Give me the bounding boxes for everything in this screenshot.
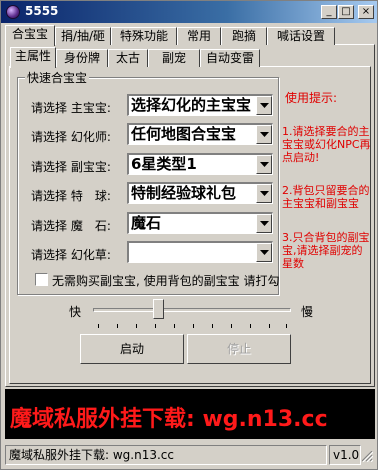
slider-tick [250, 324, 251, 328]
subtab-auto-thunder[interactable]: 自动变雷 [200, 49, 260, 67]
row-label: 请选择 特 球: [31, 189, 111, 203]
tab-common[interactable]: 常用 [177, 27, 221, 45]
row-label: 请选择 魔 石: [31, 219, 111, 233]
hint-title: 使用提示: [285, 91, 338, 105]
ad-banner[interactable]: 魔域私服外挂下载: wg.n13.cc [5, 389, 375, 439]
speed-slow-label: 慢 [301, 305, 314, 319]
main-tab-strip: 合宝宝 捐/抽/砸 特殊功能 常用 跑摘 喊话设置 [5, 25, 375, 46]
version-label: v1.0 [329, 445, 361, 465]
resize-grip-icon[interactable] [362, 451, 373, 462]
subtab-identity[interactable]: 身份牌 [56, 49, 108, 67]
row-label: 请选择 主宝宝: [31, 101, 111, 115]
slider-tick [117, 324, 118, 328]
slider-tick [193, 324, 194, 328]
sub-tab-strip: 主属性 身份牌 太古 副宠 自动变雷 [10, 47, 370, 68]
app-window: 5555 _ □ × 合宝宝 捐/抽/砸 特殊功能 常用 跑摘 喊话设置 主属性… [0, 0, 378, 470]
dropdown-button[interactable] [256, 243, 272, 262]
window-title: 5555 [25, 4, 59, 18]
slider-tick [269, 324, 270, 328]
hint-item-1: 1.请选择要合的主宝宝或幻化NPC再点启动! [282, 125, 371, 164]
subtab-main-attr[interactable]: 主属性 [10, 47, 56, 68]
subtab-sub-pet[interactable]: 副宠 [148, 49, 200, 67]
group-title: 快速合宝宝 [25, 69, 90, 86]
slider-tick [212, 324, 213, 328]
speed-slider-track[interactable] [93, 308, 291, 312]
stop-button[interactable]: 停止 [187, 334, 291, 364]
row-label: 请选择 幻化草: [31, 248, 111, 262]
combo-value: 任何地图合宝宝 [131, 125, 237, 143]
chevron-down-icon [260, 103, 269, 108]
combo-value: 选择幻化的主宝宝 [131, 96, 252, 114]
combo-value: 6星类型1 [131, 155, 197, 173]
sub-pet-select[interactable]: 6星类型1 [127, 153, 273, 175]
hint-item-2: 2.背包只留要合的主宝宝和副宝宝 [282, 184, 370, 210]
transformer-select[interactable]: 任何地图合宝宝 [127, 123, 273, 145]
start-button[interactable]: 启动 [80, 334, 184, 364]
tab-special[interactable]: 特殊功能 [111, 27, 177, 45]
dropdown-button[interactable] [256, 214, 272, 233]
row-label: 请选择 幻化师: [31, 130, 111, 144]
speed-fast-label: 快 [69, 305, 82, 319]
chevron-down-icon [260, 191, 269, 196]
row-label: 请选择 副宝宝: [31, 160, 111, 174]
slider-tick [98, 324, 99, 328]
tab-shout-settings[interactable]: 喊话设置 [267, 27, 335, 45]
combo-value: 特制经验球礼包 [131, 184, 237, 202]
main-pet-select[interactable]: 选择幻化的主宝宝 [127, 94, 273, 116]
minimize-button[interactable]: _ [321, 5, 337, 19]
slider-tick [286, 324, 287, 328]
use-bag-sub-pet-checkbox[interactable] [35, 273, 48, 286]
status-bar: 魔域私服外挂下载: wg.n13.cc v1.0 [3, 443, 375, 467]
app-icon[interactable] [6, 5, 20, 19]
tab-merge-pet[interactable]: 合宝宝 [5, 25, 55, 46]
special-ball-select[interactable]: 特制经验球礼包 [127, 182, 273, 204]
magic-stone-select[interactable]: 魔石 [127, 212, 273, 234]
dropdown-button[interactable] [256, 125, 272, 144]
title-bar[interactable]: 5555 _ □ × [1, 1, 377, 23]
hint-item-3: 3.只合背包的副宝宝,请选择副宠的星数 [282, 231, 370, 270]
tab-run[interactable]: 跑摘 [221, 27, 267, 45]
chevron-down-icon [260, 221, 269, 226]
chevron-down-icon [260, 162, 269, 167]
chevron-down-icon [260, 250, 269, 255]
slider-tick [136, 324, 137, 328]
tab-donate-draw[interactable]: 捐/抽/砸 [55, 27, 111, 45]
maximize-button[interactable]: □ [338, 5, 354, 19]
slider-tick [174, 324, 175, 328]
slider-tick [155, 324, 156, 328]
dropdown-button[interactable] [256, 96, 272, 115]
banner-text: 魔域私服外挂下载: wg.n13.cc [10, 407, 328, 432]
transform-grass-select[interactable] [127, 241, 273, 263]
slider-tick [231, 324, 232, 328]
chevron-down-icon [260, 132, 269, 137]
checkbox-label: 无需购买副宝宝, 使用背包的副宝宝 请打勾 [52, 274, 280, 288]
subtab-ancient[interactable]: 太古 [108, 49, 148, 67]
speed-slider-thumb[interactable] [153, 299, 164, 319]
dropdown-button[interactable] [256, 184, 272, 203]
dropdown-button[interactable] [256, 155, 272, 174]
combo-value: 魔石 [131, 214, 162, 232]
status-text: 魔域私服外挂下载: wg.n13.cc [5, 445, 327, 465]
close-button[interactable]: × [358, 5, 374, 19]
